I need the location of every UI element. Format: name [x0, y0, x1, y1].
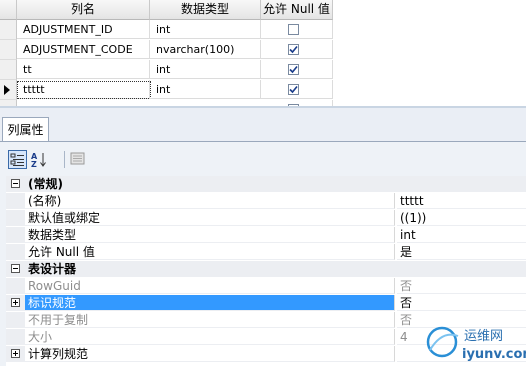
- allow-null-checkbox[interactable]: [288, 64, 299, 75]
- property-pages-button[interactable]: [69, 150, 88, 169]
- property-value[interactable]: ((1)): [397, 210, 526, 226]
- alphabetical-button[interactable]: A Z: [30, 150, 49, 169]
- property-row-rowguid[interactable]: RowGuid 否: [6, 278, 526, 294]
- header-corner: [0, 0, 17, 20]
- property-row-data-type[interactable]: 数据类型 int: [6, 227, 526, 243]
- property-row-default[interactable]: 默认值或绑定 ((1)): [6, 210, 526, 226]
- check-icon: [289, 85, 298, 94]
- property-row-allow-null[interactable]: 允许 Null 值 是: [6, 244, 526, 260]
- property-key: 不用于复制: [25, 312, 395, 328]
- expand-icon[interactable]: [11, 298, 20, 307]
- watermark-logo: 运维网 iyunv.com: [424, 320, 526, 366]
- category-label: (常规): [28, 177, 63, 191]
- allow-null-checkbox[interactable]: [288, 24, 299, 35]
- expand-icon[interactable]: [11, 349, 20, 358]
- header-allow-null[interactable]: 允许 Null 值: [261, 0, 333, 20]
- watermark-cn: 运维网: [464, 329, 503, 344]
- row-selector[interactable]: [0, 60, 17, 80]
- allow-null-checkbox[interactable]: [288, 44, 299, 55]
- property-toolbar: A Z: [6, 148, 526, 172]
- property-key: 计算列规范: [25, 346, 395, 362]
- property-value[interactable]: int: [397, 227, 526, 243]
- row-gutter: [6, 329, 25, 345]
- collapse-icon[interactable]: [11, 264, 20, 273]
- category-general[interactable]: (常规): [6, 176, 526, 192]
- allow-null-checkbox[interactable]: [288, 84, 299, 95]
- row-selector[interactable]: [0, 40, 17, 60]
- row-gutter: [6, 210, 25, 226]
- check-icon: [289, 65, 298, 74]
- categorized-button[interactable]: [8, 150, 27, 169]
- tab-column-properties[interactable]: 列属性: [2, 117, 49, 142]
- watermark-globe-icon: 运维网 iyunv.com: [426, 326, 526, 362]
- row-gutter: [6, 312, 25, 328]
- row-gutter: [6, 227, 25, 243]
- property-key: (名称): [25, 193, 395, 209]
- property-value[interactable]: ttttt: [397, 193, 526, 209]
- data-type-cell[interactable]: nvarchar(100): [150, 40, 261, 59]
- category-table-designer[interactable]: 表设计器: [6, 261, 526, 277]
- table-row-current[interactable]: ttttt int: [0, 80, 526, 100]
- header-column-name[interactable]: 列名: [17, 0, 150, 20]
- collapse-icon[interactable]: [11, 179, 20, 188]
- property-key: 数据类型: [25, 227, 395, 243]
- data-type-cell[interactable]: int: [150, 60, 261, 79]
- property-key: 默认值或绑定: [25, 210, 395, 226]
- data-type-cell[interactable]: int: [150, 80, 261, 99]
- property-value[interactable]: 否: [397, 295, 526, 311]
- column-name-cell[interactable]: ADJUSTMENT_CODE: [17, 40, 150, 59]
- row-selector-current[interactable]: [0, 80, 17, 100]
- header-data-type[interactable]: 数据类型: [150, 0, 261, 20]
- check-icon: [289, 45, 298, 54]
- current-row-arrow-icon: [4, 85, 10, 95]
- column-name-cell[interactable]: ADJUSTMENT_ID: [17, 20, 150, 39]
- alphabetical-icon: A Z: [31, 152, 46, 169]
- row-selector[interactable]: [0, 20, 17, 40]
- categorized-icon: [10, 153, 24, 166]
- watermark-url: iyunv.com: [462, 347, 526, 362]
- row-gutter: [6, 244, 25, 260]
- property-key: 标识规范: [25, 295, 395, 311]
- property-row-name[interactable]: (名称) ttttt: [6, 193, 526, 209]
- property-pages-icon: [70, 152, 85, 165]
- data-type-cell[interactable]: int: [150, 20, 261, 39]
- property-key: 允许 Null 值: [25, 244, 395, 260]
- row-gutter: [6, 193, 25, 209]
- property-value[interactable]: 是: [397, 244, 526, 260]
- grid-header: 列名 数据类型 允许 Null 值: [0, 0, 526, 20]
- table-row[interactable]: ADJUSTMENT_CODE nvarchar(100): [0, 40, 526, 60]
- category-label: 表设计器: [28, 262, 77, 276]
- table-row[interactable]: ADJUSTMENT_ID int: [0, 20, 526, 40]
- tab-divider: [0, 141, 526, 142]
- row-gutter: [6, 278, 25, 294]
- property-value[interactable]: 否: [397, 278, 526, 294]
- tab-bar: 列属性: [0, 108, 526, 142]
- property-key: RowGuid: [25, 278, 395, 294]
- property-row-identity[interactable]: 标识规范 否: [6, 295, 526, 311]
- focus-rectangle: [17, 81, 151, 99]
- column-grid: 列名 数据类型 允许 Null 值 ADJUSTMENT_ID int ADJU…: [0, 0, 526, 106]
- row-gutter: [6, 346, 25, 362]
- property-key: 大小: [25, 329, 395, 345]
- column-name-cell[interactable]: tt: [17, 60, 150, 79]
- svg-text:Z: Z: [31, 160, 37, 169]
- table-row[interactable]: tt int: [0, 60, 526, 80]
- toolbar-separator: [64, 151, 65, 168]
- row-gutter: [6, 295, 25, 311]
